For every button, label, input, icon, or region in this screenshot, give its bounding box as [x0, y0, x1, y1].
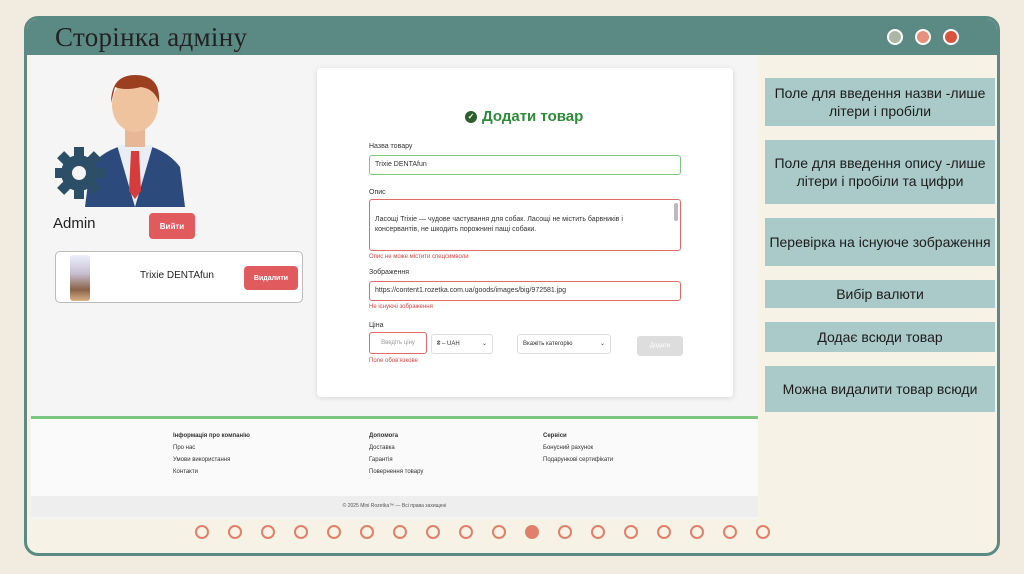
- desc-label: Опис: [369, 189, 386, 196]
- pager-dot-icon[interactable]: [690, 525, 704, 539]
- admin-page-screenshot: Admin Вийти Trixie DENTAfun Видалити ✓ Д…: [31, 55, 758, 519]
- name-label: Назва товару: [369, 143, 413, 150]
- pager-dot-icon[interactable]: [327, 525, 341, 539]
- note-image-check: Перевірка на існуюче зображення: [765, 218, 995, 266]
- pager-dot-icon[interactable]: [525, 525, 539, 539]
- window-dots: [887, 29, 959, 45]
- pager-dot-icon[interactable]: [294, 525, 308, 539]
- footer-link[interactable]: Контакти: [173, 469, 250, 475]
- product-name: Trixie DENTAfun: [140, 270, 214, 281]
- pager-dot-icon[interactable]: [492, 525, 506, 539]
- footer-col-company: Інформація про компанію Про нас Умови ви…: [173, 433, 250, 481]
- pager-dot-icon[interactable]: [360, 525, 374, 539]
- slide-frame: Сторінка адміну Admin Вийти Trixie DENTA…: [24, 16, 1000, 556]
- footer-link[interactable]: Подарункові сертифікати: [543, 457, 613, 463]
- price-error: Поле обов'язкове: [369, 358, 418, 364]
- category-value: Вкажіть категорію: [523, 341, 573, 347]
- category-select[interactable]: Вкажіть категорію ⌄: [517, 334, 611, 354]
- note-delete-product: Можна видалити товар всюди: [765, 366, 995, 412]
- pager-dot-icon[interactable]: [393, 525, 407, 539]
- slide-pager: [195, 525, 770, 539]
- logout-button[interactable]: Вийти: [149, 213, 195, 239]
- dot-gray-icon: [887, 29, 903, 45]
- copyright: © 2025 Mini Rozetka™ — Всі права захищен…: [31, 496, 758, 517]
- image-label: Зображення: [369, 269, 410, 276]
- pager-dot-icon[interactable]: [756, 525, 770, 539]
- add-product-form: ✓ Додати товар Назва товару Trixie DENTA…: [317, 68, 733, 397]
- pager-dot-icon[interactable]: [195, 525, 209, 539]
- footer-link[interactable]: Повернення товару: [369, 469, 423, 475]
- price-label: Ціна: [369, 322, 384, 329]
- chevron-down-icon: ⌄: [599, 341, 605, 347]
- pager-dot-icon[interactable]: [558, 525, 572, 539]
- chevron-down-icon: ⌄: [481, 341, 487, 347]
- footer-link[interactable]: Про нас: [173, 445, 250, 451]
- title-bar: Сторінка адміну: [27, 19, 997, 55]
- desc-error: Опис не може містити спецсимволи: [369, 254, 469, 260]
- pager-dot-icon[interactable]: [591, 525, 605, 539]
- footer-col-help: Допомога Доставка Гарантія Повернення то…: [369, 433, 423, 481]
- desc-textarea[interactable]: Ласощі Trixie — чудове частування для со…: [369, 199, 681, 251]
- dot-pink-icon: [915, 29, 931, 45]
- form-title: ✓ Додати товар: [465, 108, 583, 125]
- admin-avatar-icon: [55, 75, 185, 207]
- footer-heading: Інформація про компанію: [173, 433, 250, 439]
- textarea-scrollbar[interactable]: [674, 203, 678, 221]
- pager-dot-icon[interactable]: [261, 525, 275, 539]
- note-description-field: Поле для введення опису -лише літери і п…: [765, 140, 995, 204]
- admin-label: Admin: [53, 215, 96, 232]
- footer-link[interactable]: Умови використання: [173, 457, 250, 463]
- site-footer: Інформація про компанію Про нас Умови ви…: [31, 419, 758, 497]
- desc-text: Ласощі Trixie — чудове частування для со…: [375, 216, 623, 233]
- add-product-button[interactable]: Додати: [637, 336, 683, 356]
- pager-dot-icon[interactable]: [624, 525, 638, 539]
- pager-dot-icon[interactable]: [657, 525, 671, 539]
- price-input[interactable]: Введіть ціну: [369, 332, 427, 354]
- slide-title: Сторінка адміну: [55, 22, 248, 52]
- pager-dot-icon[interactable]: [723, 525, 737, 539]
- form-title-text: Додати товар: [482, 108, 584, 125]
- pager-dot-icon[interactable]: [459, 525, 473, 539]
- note-adds-product: Додає всюди товар: [765, 322, 995, 352]
- footer-link[interactable]: Доставка: [369, 445, 423, 451]
- image-error: Не існуючі зображення: [369, 304, 433, 310]
- note-currency: Вибір валюти: [765, 280, 995, 308]
- delete-product-button[interactable]: Видалити: [244, 266, 298, 290]
- image-url-input[interactable]: https://content1.rozetka.com.ua/goods/im…: [369, 281, 681, 301]
- pager-dot-icon[interactable]: [228, 525, 242, 539]
- product-thumbnail: [70, 255, 90, 301]
- note-name-field: Поле для введення назви -лише літери і п…: [765, 78, 995, 126]
- footer-heading: Сервіси: [543, 433, 567, 439]
- product-card: Trixie DENTAfun Видалити: [55, 251, 303, 303]
- currency-select[interactable]: ₴ – UAH ⌄: [431, 334, 493, 354]
- footer-heading: Допомога: [369, 433, 399, 439]
- footer-link[interactable]: Гарантія: [369, 457, 423, 463]
- check-icon: ✓: [465, 110, 477, 123]
- name-input[interactable]: Trixie DENTAfun: [369, 155, 681, 175]
- dot-red-icon: [943, 29, 959, 45]
- pager-dot-icon[interactable]: [426, 525, 440, 539]
- currency-value: ₴ – UAH: [437, 341, 460, 347]
- footer-col-services: Сервіси Бонусний рахунок Подарункові сер…: [543, 433, 613, 469]
- footer-link[interactable]: Бонусний рахунок: [543, 445, 613, 451]
